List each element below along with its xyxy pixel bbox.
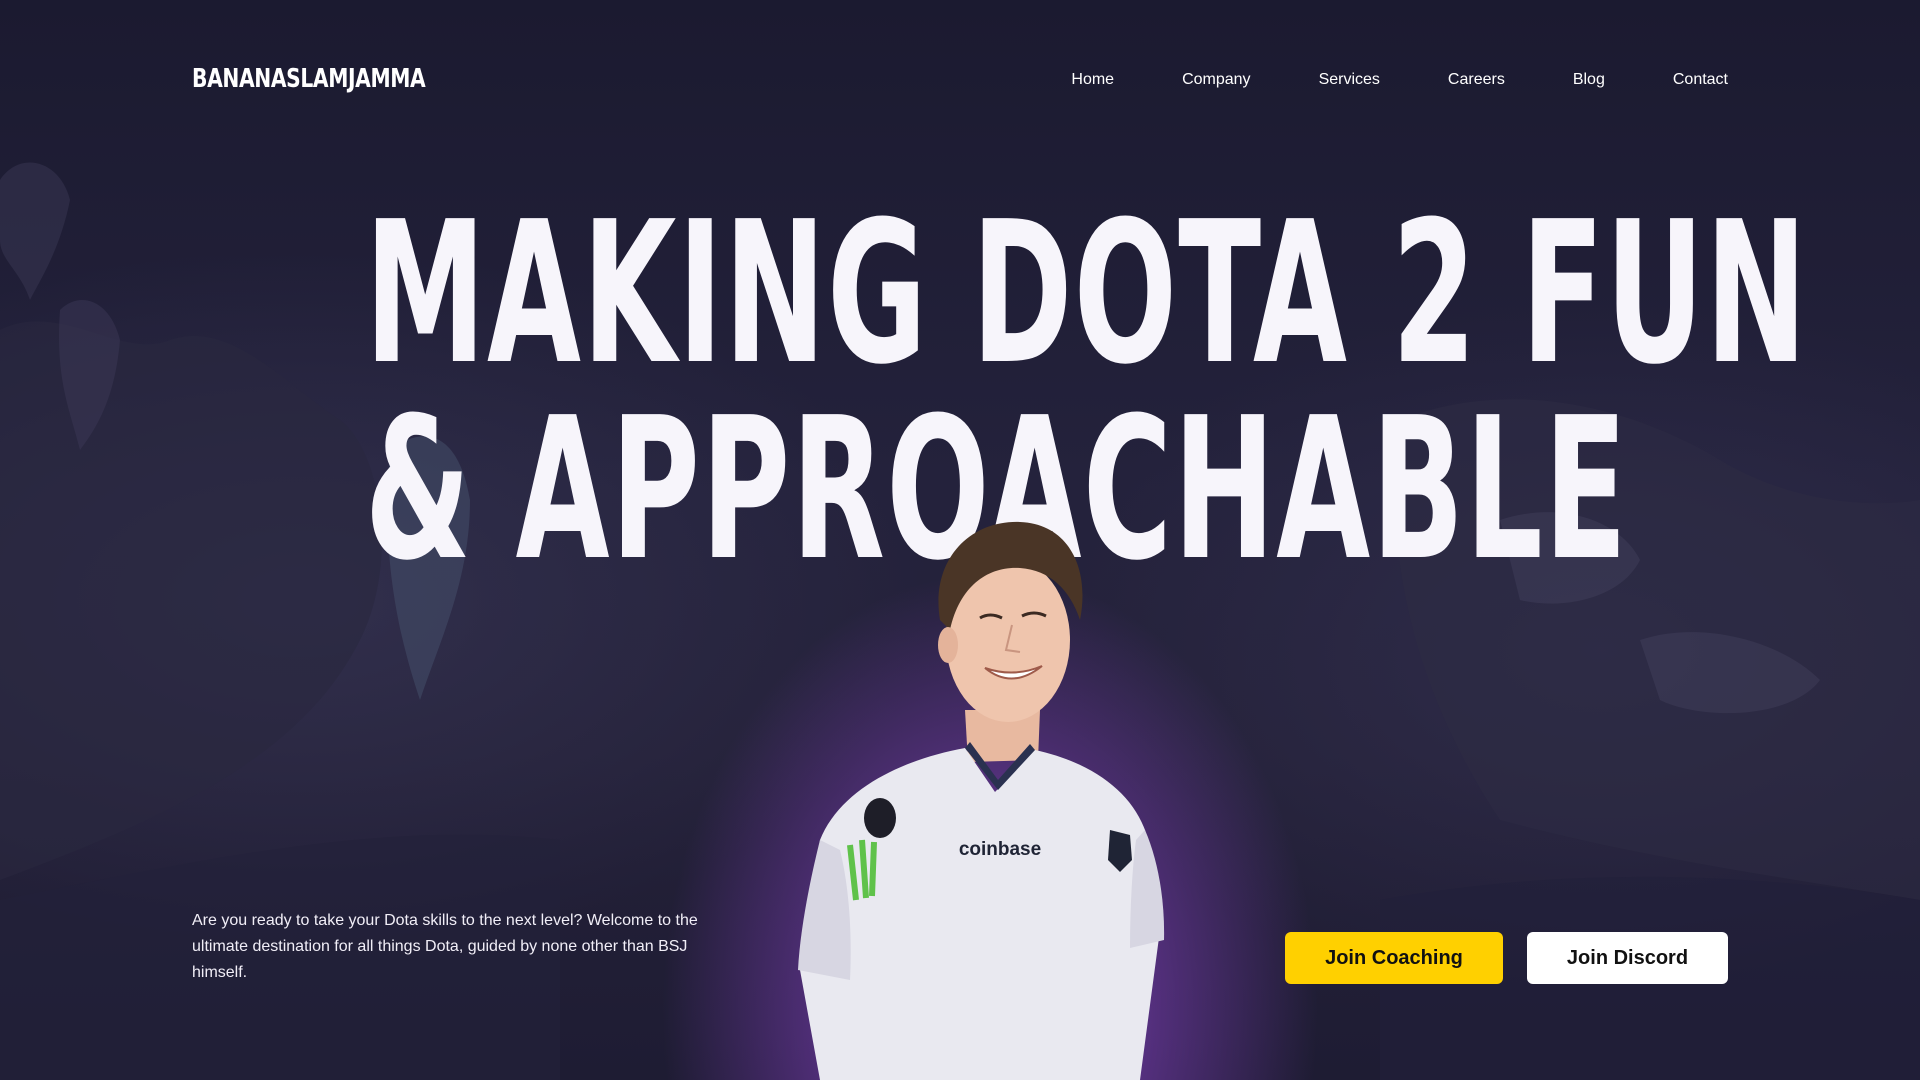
nav-link-careers[interactable]: Careers <box>1448 71 1505 89</box>
nav-link-blog[interactable]: Blog <box>1573 71 1605 89</box>
hero-intro-text: Are you ready to take your Dota skills t… <box>192 912 698 981</box>
nav-link-home[interactable]: Home <box>1071 71 1114 89</box>
nav-link-company[interactable]: Company <box>1182 71 1250 89</box>
player-portrait-image: coinbase <box>798 521 1165 1080</box>
nav-link-contact[interactable]: Contact <box>1673 71 1728 89</box>
top-navigation: BANANASLAMJAMMA Home Company Services Ca… <box>0 0 1920 162</box>
brand-logo[interactable]: BANANASLAMJAMMA <box>192 64 426 94</box>
main-menu: Home Company Services Careers Blog Conta… <box>1071 71 1728 89</box>
nav-link-services[interactable]: Services <box>1319 71 1380 89</box>
jersey-sponsor-text: coinbase <box>959 839 1041 860</box>
join-coaching-button[interactable]: Join Coaching <box>1285 932 1503 984</box>
join-discord-button[interactable]: Join Discord <box>1527 932 1728 984</box>
hero-headline-line-1: MAKING DOTA 2 FUN <box>364 180 1809 408</box>
